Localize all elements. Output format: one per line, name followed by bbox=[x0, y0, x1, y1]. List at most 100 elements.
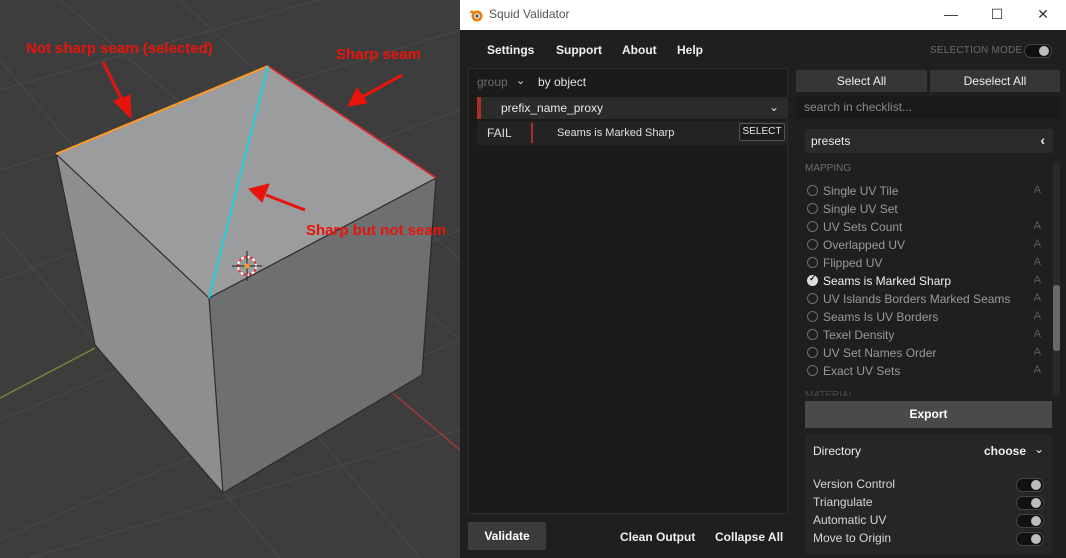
checklist-item-label: Texel Density bbox=[823, 328, 895, 342]
menu-support[interactable]: Support bbox=[556, 43, 602, 57]
menu-bar: Settings Support About Help SELECTION MO… bbox=[468, 38, 1058, 64]
chevron-left-icon[interactable]: ‹ bbox=[1040, 132, 1045, 148]
checklist-item-label: Overlapped UV bbox=[823, 238, 906, 252]
object-name: prefix_name_proxy bbox=[501, 101, 604, 115]
auto-fix-badge: A bbox=[1033, 364, 1041, 376]
menu-about[interactable]: About bbox=[622, 43, 657, 57]
validate-button[interactable]: Validate bbox=[468, 522, 546, 550]
auto-fix-badge: A bbox=[1033, 328, 1041, 340]
triangulate-toggle[interactable] bbox=[1016, 496, 1044, 510]
validator-window: Squid Validator — ☐ ✕ Settings Support A… bbox=[460, 0, 1066, 558]
deselect-all-button[interactable]: Deselect All bbox=[930, 70, 1060, 92]
auto-fix-badge: A bbox=[1033, 184, 1041, 196]
checklist-item[interactable]: Exact UV Sets A bbox=[805, 362, 1041, 380]
checklist-item[interactable]: Seams Is UV Borders A bbox=[805, 308, 1041, 326]
checklist-item-label: Seams Is UV Borders bbox=[823, 310, 939, 324]
export-button[interactable]: Export bbox=[805, 401, 1052, 428]
status-label: FAIL bbox=[487, 126, 512, 140]
move-to-origin-toggle[interactable] bbox=[1016, 532, 1044, 546]
auto-fix-badge: A bbox=[1033, 274, 1041, 286]
annotation-sharp-seam: Sharp seam bbox=[336, 46, 422, 63]
option-triangulate-label: Triangulate bbox=[813, 495, 873, 509]
object-row[interactable]: prefix_name_proxy ⌄ bbox=[477, 97, 787, 119]
checklist-item[interactable]: Texel Density A bbox=[805, 326, 1041, 344]
scrollbar-thumb[interactable] bbox=[1053, 285, 1060, 351]
checklist-item[interactable]: UV Set Names Order A bbox=[805, 344, 1041, 362]
auto-fix-badge: A bbox=[1033, 292, 1041, 304]
viewport-scene bbox=[0, 0, 460, 558]
checklist-item-label: Seams is Marked Sharp bbox=[823, 274, 952, 288]
checklist-item-label: UV Sets Count bbox=[823, 220, 903, 234]
option-version-control-label: Version Control bbox=[813, 477, 896, 491]
radio-icon[interactable] bbox=[807, 257, 818, 268]
auto-fix-badge: A bbox=[1033, 310, 1041, 322]
directory-label: Directory bbox=[813, 444, 862, 458]
chevron-down-icon[interactable]: ⌄ bbox=[769, 100, 779, 114]
checklist-item-label: Single UV Set bbox=[823, 202, 898, 216]
export-options: Directory choose ⌄ Version Control Trian… bbox=[805, 434, 1052, 554]
presets-dropdown[interactable]: presets ‹ bbox=[805, 129, 1053, 153]
menu-help[interactable]: Help bbox=[677, 43, 703, 57]
checklist-search-input[interactable]: search in checklist... bbox=[796, 96, 1060, 118]
radio-icon[interactable] bbox=[807, 185, 818, 196]
checklist-item-label: UV Islands Borders Marked Seams bbox=[823, 292, 1011, 306]
checklist-item[interactable]: Overlapped UV A bbox=[805, 236, 1041, 254]
close-button[interactable]: ✕ bbox=[1020, 0, 1066, 30]
collapse-all-button[interactable]: Collapse All bbox=[715, 530, 783, 544]
select-button[interactable]: SELECT bbox=[739, 123, 785, 141]
group-value[interactable]: by object bbox=[538, 75, 586, 89]
result-message: Seams is Marked Sharp bbox=[557, 127, 675, 139]
blender-logo-icon bbox=[469, 10, 483, 22]
radio-icon[interactable] bbox=[807, 347, 818, 358]
select-all-button[interactable]: Select All bbox=[796, 70, 927, 92]
checklist-scrollbar[interactable] bbox=[1053, 163, 1060, 395]
section-header-mapping: MAPPING bbox=[805, 163, 852, 174]
radio-icon[interactable] bbox=[807, 203, 818, 214]
checkmark-icon[interactable] bbox=[807, 273, 818, 286]
version-control-toggle[interactable] bbox=[1016, 478, 1044, 492]
group-selector[interactable]: group ⌄ by object bbox=[469, 69, 787, 95]
auto-fix-badge: A bbox=[1033, 256, 1041, 268]
clean-output-button[interactable]: Clean Output bbox=[620, 530, 695, 544]
radio-icon[interactable] bbox=[807, 365, 818, 376]
option-automatic-uv-label: Automatic UV bbox=[813, 513, 887, 527]
results-panel: group ⌄ by object prefix_name_proxy ⌄ FA… bbox=[468, 68, 788, 514]
checklist-item-label: UV Set Names Order bbox=[823, 346, 937, 360]
option-move-to-origin-label: Move to Origin bbox=[813, 531, 892, 545]
radio-icon[interactable] bbox=[807, 311, 818, 322]
radio-icon[interactable] bbox=[807, 239, 818, 250]
checklist-item[interactable]: Flipped UV A bbox=[805, 254, 1041, 272]
radio-icon[interactable] bbox=[807, 293, 818, 304]
chevron-down-icon[interactable]: ⌄ bbox=[1034, 442, 1044, 456]
menu-settings[interactable]: Settings bbox=[487, 43, 534, 57]
radio-icon[interactable] bbox=[807, 329, 818, 340]
directory-choose[interactable]: choose bbox=[984, 444, 1026, 458]
automatic-uv-toggle[interactable] bbox=[1016, 514, 1044, 528]
checklist-item[interactable]: Single UV Tile A bbox=[805, 182, 1041, 200]
checklist-item[interactable]: UV Sets Count A bbox=[805, 218, 1041, 236]
chevron-down-icon[interactable]: ⌄ bbox=[516, 74, 525, 87]
minimize-button[interactable]: — bbox=[928, 0, 974, 30]
title-bar[interactable]: Squid Validator — ☐ ✕ bbox=[460, 0, 1066, 30]
checklist-item-label: Single UV Tile bbox=[823, 184, 899, 198]
fail-indicator bbox=[531, 123, 533, 143]
checklist-item[interactable]: UV Islands Borders Marked Seams A bbox=[805, 290, 1041, 308]
checklist-item-selected[interactable]: Seams is Marked Sharp A bbox=[805, 272, 1041, 290]
annotation-sharp-not-seam: Sharp but not seam bbox=[306, 222, 447, 239]
auto-fix-badge: A bbox=[1033, 346, 1041, 358]
3d-viewport[interactable]: Not sharp seam (selected) Sharp seam Sha… bbox=[0, 0, 460, 558]
result-row: FAIL Seams is Marked Sharp SELECT bbox=[477, 121, 787, 145]
section-header-material: MATERIAL bbox=[805, 390, 855, 396]
checklist-item-label: Exact UV Sets bbox=[823, 364, 901, 378]
checklist-item-label: Flipped UV bbox=[823, 256, 883, 270]
window-title: Squid Validator bbox=[489, 7, 570, 21]
maximize-button[interactable]: ☐ bbox=[974, 0, 1020, 30]
auto-fix-badge: A bbox=[1033, 238, 1041, 250]
checklist-item[interactable]: Single UV Set bbox=[805, 200, 1041, 218]
annotation-not-sharp-seam: Not sharp seam (selected) bbox=[26, 40, 213, 57]
selection-mode-label: SELECTION MODE bbox=[930, 45, 1023, 56]
selection-mode-toggle[interactable] bbox=[1024, 44, 1052, 58]
checklist: Single UV Tile A Single UV Set UV Sets Co… bbox=[805, 182, 1041, 380]
group-label: group bbox=[477, 75, 508, 89]
radio-icon[interactable] bbox=[807, 221, 818, 232]
